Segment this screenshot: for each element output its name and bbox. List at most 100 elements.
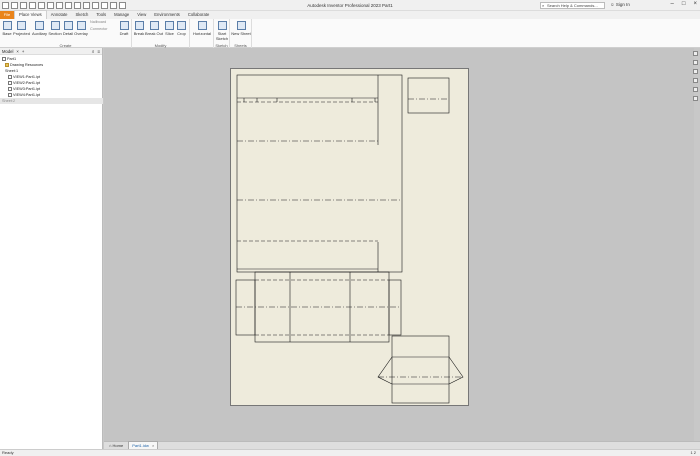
browser-add-icon[interactable]: +: [22, 49, 24, 54]
tab-manage[interactable]: Manage: [110, 11, 133, 19]
break-out-button[interactable]: Break Out: [145, 21, 163, 36]
user-icon: ☺: [610, 2, 615, 7]
redo-icon[interactable]: [47, 1, 54, 9]
tab-view[interactable]: View: [133, 11, 150, 19]
browser-menu-icon[interactable]: ≡: [97, 49, 100, 54]
app-menu-icon[interactable]: [2, 1, 9, 9]
select-icon[interactable]: [74, 1, 81, 9]
doc-tab-close-icon[interactable]: ×: [152, 443, 154, 448]
start-sketch-label: Start Sketch: [215, 31, 229, 41]
browser-header: Model × + ⌕ ≡: [0, 48, 102, 55]
base-view-icon: [2, 21, 12, 30]
horizontal-icon: [197, 21, 207, 30]
overlay-view-label: Overlay: [74, 31, 88, 36]
doc-tab-home[interactable]: ⌂ Home: [106, 442, 126, 449]
overlay-view-button[interactable]: Overlay: [74, 21, 88, 36]
tab-sketch[interactable]: Sketch: [72, 11, 93, 19]
tab-file[interactable]: File: [0, 11, 14, 19]
nailboard-button[interactable]: Nailboard: [90, 20, 106, 24]
connector-button[interactable]: Connector: [90, 27, 108, 31]
sign-in-button[interactable]: ☺ Sign In: [610, 2, 630, 7]
detail-view-button[interactable]: Detail: [62, 21, 74, 36]
nav-zoom-all-icon[interactable]: [693, 78, 698, 83]
browser-tools: ⌕ ≡: [92, 49, 102, 54]
bottom-right-view[interactable]: [377, 335, 464, 404]
params-icon[interactable]: [110, 1, 117, 9]
auxiliary-view-label: Auxiliary: [31, 31, 48, 36]
slice-icon: [165, 21, 174, 30]
open-icon[interactable]: [20, 1, 27, 9]
main-view[interactable]: [236, 74, 403, 273]
title-bar: Autodesk Inventor Professional 2023 Part…: [0, 0, 700, 11]
nav-orbit-icon[interactable]: [693, 96, 698, 101]
ribbon-panel: Base Projected Auxiliary Section Detail …: [0, 19, 700, 48]
projected-view-button[interactable]: Projected: [13, 21, 30, 36]
minimize-icon[interactable]: –: [671, 1, 674, 7]
view-icon: [8, 87, 12, 91]
qat-more-icon[interactable]: [119, 1, 126, 9]
section-view-button[interactable]: Section: [48, 21, 62, 36]
home-icon[interactable]: [56, 1, 63, 9]
browser-tab-model[interactable]: Model: [2, 49, 13, 54]
save-icon[interactable]: [29, 1, 36, 9]
new-sheet-icon: [236, 21, 246, 30]
view-icon: [8, 75, 12, 79]
status-counts: 1 2: [690, 450, 696, 455]
update-icon[interactable]: [65, 1, 72, 9]
create-group: Base Projected Auxiliary Section Detail …: [0, 19, 132, 48]
crop-button[interactable]: Crop: [176, 21, 187, 36]
slice-button[interactable]: Slice: [164, 21, 175, 36]
auxiliary-view-icon: [35, 21, 44, 30]
horizontal-button[interactable]: Horizontal: [192, 21, 212, 36]
overlay-view-icon: [76, 21, 86, 30]
tree-item[interactable]: Sheet:2: [0, 98, 365, 456]
tab-place-views[interactable]: Place Views: [14, 10, 47, 19]
base-view-label: Base: [2, 31, 12, 36]
drawing-sheet[interactable]: [230, 68, 469, 406]
start-sketch-icon: [217, 21, 227, 30]
tab-collaborate[interactable]: Collaborate: [184, 11, 213, 19]
search-input[interactable]: ⌕ Search Help & Commands...: [540, 2, 605, 9]
break-button[interactable]: Break: [133, 21, 145, 36]
browser-search-icon[interactable]: ⌕: [92, 49, 95, 54]
maximize-icon[interactable]: □: [682, 1, 686, 7]
inventor-window: Autodesk Inventor Professional 2023 Part…: [0, 0, 700, 456]
nav-zoom-window-icon[interactable]: [693, 87, 698, 92]
top-right-view[interactable]: [407, 77, 450, 114]
tab-annotate[interactable]: Annotate: [47, 11, 72, 19]
break-out-label: Break Out: [145, 31, 164, 36]
start-sketch-button[interactable]: Start Sketch: [215, 21, 229, 41]
search-placeholder: Search Help & Commands...: [547, 3, 598, 8]
close-icon[interactable]: ×: [693, 1, 697, 7]
tab-tools[interactable]: Tools: [92, 11, 110, 19]
base-view-button[interactable]: Base: [1, 21, 13, 36]
tab-environments[interactable]: Environments: [150, 11, 184, 19]
status-text: Ready: [2, 450, 14, 455]
detail-view-label: Detail: [62, 31, 74, 36]
measure-icon[interactable]: [101, 1, 108, 9]
auxiliary-view-button[interactable]: Auxiliary: [31, 21, 48, 36]
sketch-group: Start Sketch Sketch: [214, 19, 230, 48]
section-view-label: Section: [48, 31, 62, 36]
new-icon[interactable]: [11, 1, 18, 9]
document-tabs: ⌂ Home Part1.idw ×: [104, 441, 700, 450]
doc-tab-part1-label: Part1.idw: [132, 443, 149, 448]
flat-pattern-view[interactable]: [235, 271, 402, 343]
folder-icon: [5, 63, 9, 67]
new-sheet-button[interactable]: New Sheet: [231, 21, 251, 36]
modify-group: Break Break Out Slice Crop Modify: [132, 19, 190, 48]
undo-icon[interactable]: [38, 1, 45, 9]
browser-close-icon[interactable]: ×: [16, 49, 18, 54]
navigation-bar: [691, 48, 700, 108]
material-icon[interactable]: [83, 1, 90, 9]
draft-view-button[interactable]: Draft: [118, 21, 130, 36]
connector-label: Connector: [90, 27, 108, 31]
nav-zoom-icon[interactable]: [693, 69, 698, 74]
nav-pan-icon[interactable]: [693, 60, 698, 65]
detail-view-icon: [63, 21, 73, 30]
appearance-icon[interactable]: [92, 1, 99, 9]
drawing-canvas[interactable]: [104, 48, 694, 441]
sheets-group: New Sheet Sheets: [230, 19, 252, 48]
break-label: Break: [133, 31, 145, 36]
nav-full-wheel-icon[interactable]: [693, 51, 698, 56]
